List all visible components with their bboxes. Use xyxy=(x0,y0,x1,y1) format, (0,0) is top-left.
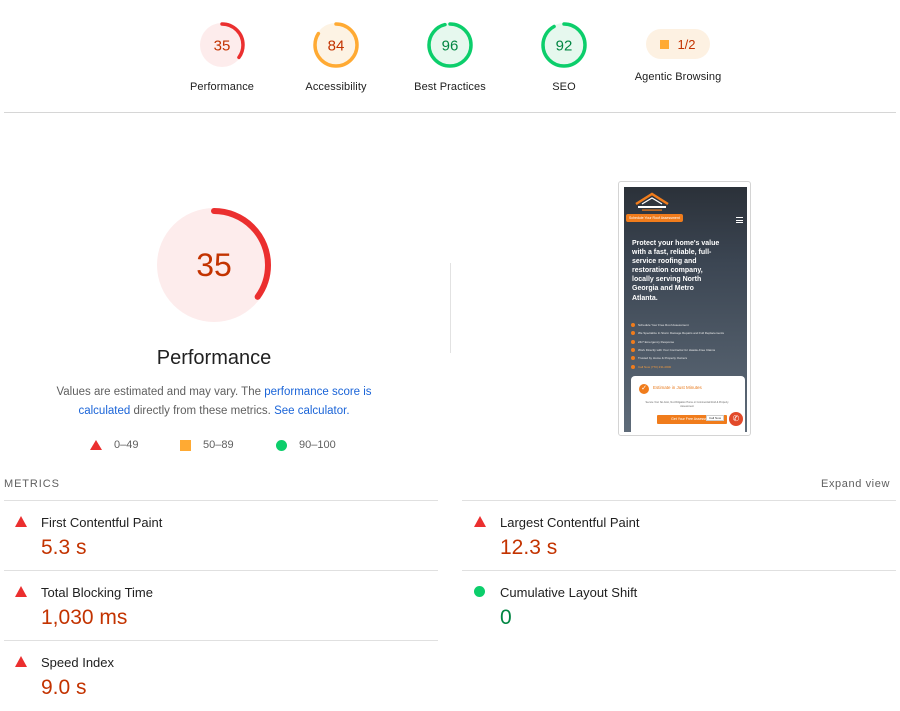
vertical-divider xyxy=(450,263,451,353)
gauge-seo-label: SEO xyxy=(552,81,576,93)
metric-speed-index: Speed Index 9.0 s xyxy=(15,651,435,711)
screenshot-bullet: Trusted by Home & Property Owners xyxy=(631,354,743,362)
screenshot-bullet: Schedule Your Free Roof Assessment xyxy=(631,321,743,329)
legend-average: 50–89 xyxy=(180,439,234,451)
final-screenshot[interactable]: Schedule Your Roof Assessment Protect yo… xyxy=(618,181,751,436)
screenshot-cta-button: Schedule Your Roof Assessment xyxy=(626,214,683,222)
agentic-browsing-label: Agentic Browsing xyxy=(634,71,722,83)
metric-value: 12.3 s xyxy=(500,536,558,559)
metric-first-contentful-paint: First Contentful Paint 5.3 s xyxy=(15,511,435,571)
gauge-best-practices[interactable]: 96 Best Practices xyxy=(385,20,515,93)
screenshot-bullet: Call Now (770) 231-0000 xyxy=(631,362,743,370)
gauge-accessibility-score: 84 xyxy=(328,38,345,55)
legend-pass: 90–100 xyxy=(276,439,336,451)
performance-title: Performance xyxy=(156,347,272,369)
fail-triangle-icon xyxy=(15,586,27,597)
performance-desc-prefix: Values are estimated and may vary. The xyxy=(56,386,265,398)
performance-big-gauge: 35 xyxy=(157,208,271,322)
legend-fail-range: 0–49 xyxy=(114,439,139,451)
performance-big-score: 35 xyxy=(196,247,232,283)
gauge-best-practices-score: 96 xyxy=(442,38,459,55)
screenshot-bullet: 24/7 Emergency Response xyxy=(631,338,743,346)
roof-logo-icon xyxy=(635,192,669,211)
screenshot-bullets: Schedule Your Free Roof Assessment We Sp… xyxy=(631,321,743,371)
gauge-best-practices-ring: 96 xyxy=(427,22,473,68)
screenshot-call-now: Call Now xyxy=(706,415,725,421)
fail-triangle-icon xyxy=(15,656,27,667)
metrics-heading: METRICS xyxy=(4,478,60,490)
legend-average-range: 50–89 xyxy=(203,439,234,451)
metric-name: Total Blocking Time xyxy=(41,585,153,600)
gauge-accessibility-ring: 84 xyxy=(313,22,359,68)
screenshot-estimate-card: ✓ Estimate in Just Minutes Secure Your N… xyxy=(631,376,745,432)
expand-view-toggle[interactable]: Expand view xyxy=(821,478,890,490)
gauge-seo-score: 92 xyxy=(556,38,573,55)
see-calculator-link[interactable]: See calculator. xyxy=(274,405,349,417)
check-circle-icon: ✓ xyxy=(639,384,649,394)
legend-pass-range: 90–100 xyxy=(299,439,336,451)
screenshot-card-title: Estimate in Just Minutes xyxy=(653,385,702,390)
gauge-seo[interactable]: 92 SEO xyxy=(499,20,629,93)
pass-circle-icon xyxy=(276,439,287,451)
metric-name: Speed Index xyxy=(41,655,115,670)
average-square-icon xyxy=(660,39,670,49)
metric-value: 9.0 s xyxy=(41,676,87,699)
gauge-performance-score: 35 xyxy=(214,38,231,55)
gauge-seo-ring: 92 xyxy=(541,22,587,68)
pass-circle-icon xyxy=(474,586,485,597)
screenshot-bullet: We Specialize In Storm Damage Repairs an… xyxy=(631,329,743,337)
metric-name: First Contentful Paint xyxy=(41,515,163,530)
screenshot-bullet: Work Directly with Your Contractor for H… xyxy=(631,346,743,354)
hamburger-menu-icon xyxy=(736,217,743,223)
metric-largest-contentful-paint: Largest Contentful Paint 12.3 s xyxy=(474,511,894,571)
fail-triangle-icon xyxy=(15,516,27,527)
category-gauges: 35 Performance 84 Accessibility 96 Best … xyxy=(0,0,900,112)
agentic-browsing-pill: 1/2 xyxy=(646,29,710,59)
metric-divider xyxy=(4,570,438,571)
header-divider xyxy=(4,112,896,113)
metric-name: Largest Contentful Paint xyxy=(500,515,640,530)
gauge-performance-ring: 35 xyxy=(199,22,245,68)
screenshot-screen: Schedule Your Roof Assessment Protect yo… xyxy=(624,187,747,432)
metric-divider xyxy=(462,500,896,501)
metric-divider xyxy=(462,570,896,571)
fail-triangle-icon xyxy=(474,516,486,527)
legend-fail: 0–49 xyxy=(90,439,138,451)
screenshot-hero-text: Protect your home's value with a fast, r… xyxy=(632,240,720,302)
metric-divider xyxy=(4,500,438,501)
gauge-agentic-browsing[interactable]: 1/2 Agentic Browsing xyxy=(613,20,743,83)
metric-total-blocking-time: Total Blocking Time 1,030 ms xyxy=(15,581,435,641)
score-legend: 0–49 50–89 90–100 xyxy=(90,439,350,455)
average-square-icon xyxy=(180,439,191,451)
performance-description: Values are estimated and may vary. The p… xyxy=(40,383,388,421)
metric-name: Cumulative Layout Shift xyxy=(500,585,638,600)
metric-cumulative-layout-shift: Cumulative Layout Shift 0 xyxy=(474,581,894,641)
gauge-performance-label: Performance xyxy=(189,81,255,93)
gauge-best-practices-label: Best Practices xyxy=(414,81,486,93)
gauge-accessibility-label: Accessibility xyxy=(305,81,367,93)
metric-divider xyxy=(4,640,438,641)
performance-desc-mid: directly from these metrics. xyxy=(130,405,275,417)
metric-value: 1,030 ms xyxy=(41,606,128,629)
phone-icon: ✆ xyxy=(729,412,743,426)
agentic-browsing-score: 1/2 xyxy=(677,36,696,52)
gauge-accessibility[interactable]: 84 Accessibility xyxy=(271,20,401,93)
metric-value: 0 xyxy=(500,606,512,629)
metric-value: 5.3 s xyxy=(41,536,87,559)
screenshot-card-text: Secure Your No-Cost, No-Obligation Home … xyxy=(645,401,729,408)
gauge-performance[interactable]: 35 Performance xyxy=(157,20,287,93)
fail-triangle-icon xyxy=(90,440,102,450)
